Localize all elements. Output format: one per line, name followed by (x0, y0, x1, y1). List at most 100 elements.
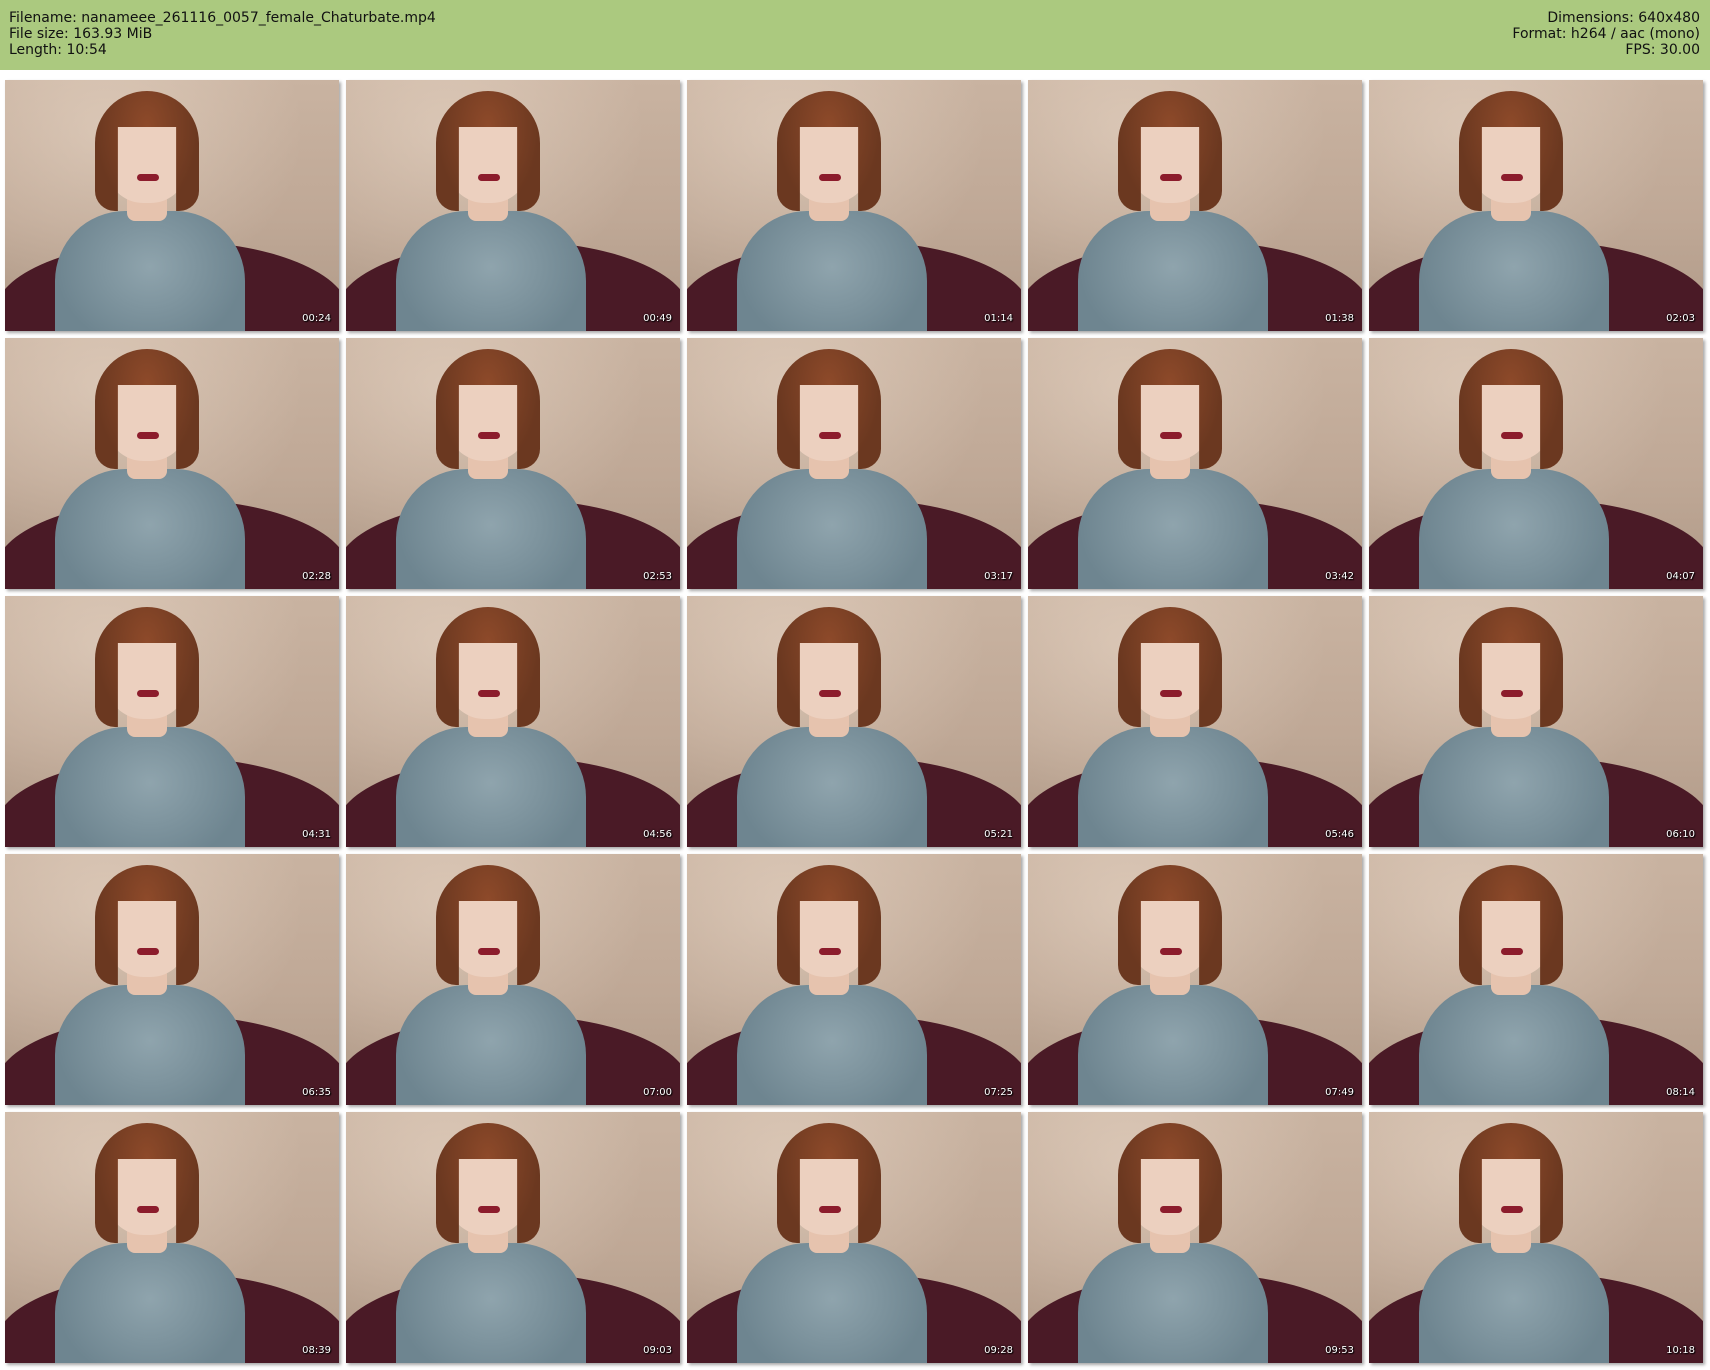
thumbnail-shirt (396, 985, 586, 1105)
thumbnail-shirt (55, 727, 245, 847)
thumbnail-shirt (1419, 469, 1609, 589)
thumbnail-timestamp: 01:38 (1325, 313, 1354, 324)
thumbnail-lips (478, 174, 500, 181)
video-thumbnail: 07:25 (687, 854, 1021, 1105)
video-thumbnail: 02:53 (346, 338, 680, 589)
video-thumbnail: 07:49 (1028, 854, 1362, 1105)
video-thumbnail: 01:38 (1028, 80, 1362, 331)
video-thumbnail: 06:10 (1369, 596, 1703, 847)
thumbnail-shirt (396, 469, 586, 589)
video-thumbnail: 05:46 (1028, 596, 1362, 847)
thumbnail-shirt (1078, 985, 1268, 1105)
thumbnail-lips (1501, 948, 1523, 955)
video-thumbnail: 00:49 (346, 80, 680, 331)
thumbnail-shirt (396, 1243, 586, 1363)
thumbnail-shirt (737, 727, 927, 847)
thumbnail-shirt (1419, 1243, 1609, 1363)
thumbnail-shirt (1419, 211, 1609, 331)
thumbnail-lips (137, 1206, 159, 1213)
thumbnail-grid: 00:24 00:49 01:14 01:38 02:03 02:28 02:53 03:17… (0, 0, 1710, 1370)
thumbnail-timestamp: 05:46 (1325, 829, 1354, 840)
thumbnail-shirt (1419, 985, 1609, 1105)
video-thumbnail: 00:24 (5, 80, 339, 331)
thumbnail-timestamp: 08:14 (1666, 1087, 1695, 1098)
thumbnail-lips (137, 690, 159, 697)
video-thumbnail: 02:28 (5, 338, 339, 589)
video-thumbnail: 06:35 (5, 854, 339, 1105)
thumbnail-shirt (1078, 211, 1268, 331)
video-thumbnail: 09:28 (687, 1112, 1021, 1363)
thumbnail-lips (478, 1206, 500, 1213)
thumbnail-timestamp: 04:07 (1666, 571, 1695, 582)
thumbnail-shirt (396, 727, 586, 847)
video-thumbnail: 04:07 (1369, 338, 1703, 589)
thumbnail-lips (1160, 174, 1182, 181)
thumbnail-timestamp: 02:28 (302, 571, 331, 582)
video-thumbnail: 02:03 (1369, 80, 1703, 331)
thumbnail-shirt (737, 469, 927, 589)
thumbnail-shirt (737, 985, 927, 1105)
thumbnail-timestamp: 07:25 (984, 1087, 1013, 1098)
thumbnail-lips (137, 432, 159, 439)
video-thumbnail: 09:53 (1028, 1112, 1362, 1363)
thumbnail-shirt (1078, 727, 1268, 847)
video-thumbnail: 10:18 (1369, 1112, 1703, 1363)
thumbnail-timestamp: 07:00 (643, 1087, 672, 1098)
thumbnail-shirt (55, 469, 245, 589)
thumbnail-lips (819, 174, 841, 181)
video-thumbnail: 08:14 (1369, 854, 1703, 1105)
thumbnail-lips (819, 432, 841, 439)
thumbnail-timestamp: 00:24 (302, 313, 331, 324)
thumbnail-shirt (737, 211, 927, 331)
thumbnail-lips (819, 690, 841, 697)
thumbnail-timestamp: 05:21 (984, 829, 1013, 840)
thumbnail-lips (1160, 432, 1182, 439)
thumbnail-shirt (1078, 469, 1268, 589)
thumbnail-timestamp: 00:49 (643, 313, 672, 324)
video-thumbnail: 03:42 (1028, 338, 1362, 589)
thumbnail-timestamp: 06:35 (302, 1087, 331, 1098)
video-thumbnail: 08:39 (5, 1112, 339, 1363)
thumbnail-timestamp: 08:39 (302, 1345, 331, 1356)
thumbnail-timestamp: 07:49 (1325, 1087, 1354, 1098)
thumbnail-lips (478, 432, 500, 439)
thumbnail-lips (1501, 432, 1523, 439)
video-thumbnail: 01:14 (687, 80, 1021, 331)
thumbnail-timestamp: 04:56 (643, 829, 672, 840)
thumbnail-timestamp: 10:18 (1666, 1345, 1695, 1356)
video-thumbnail: 07:00 (346, 854, 680, 1105)
video-thumbnail: 03:17 (687, 338, 1021, 589)
thumbnail-shirt (55, 1243, 245, 1363)
thumbnail-timestamp: 09:28 (984, 1345, 1013, 1356)
video-thumbnail: 05:21 (687, 596, 1021, 847)
thumbnail-lips (478, 948, 500, 955)
thumbnail-timestamp: 02:03 (1666, 313, 1695, 324)
video-thumbnail: 04:31 (5, 596, 339, 847)
thumbnail-lips (478, 690, 500, 697)
thumbnail-timestamp: 09:53 (1325, 1345, 1354, 1356)
thumbnail-shirt (55, 985, 245, 1105)
thumbnail-lips (1160, 948, 1182, 955)
thumbnail-shirt (1078, 1243, 1268, 1363)
thumbnail-lips (819, 1206, 841, 1213)
thumbnail-lips (1160, 690, 1182, 697)
thumbnail-lips (137, 174, 159, 181)
thumbnail-timestamp: 02:53 (643, 571, 672, 582)
thumbnail-timestamp: 01:14 (984, 313, 1013, 324)
thumbnail-lips (1501, 690, 1523, 697)
thumbnail-lips (1501, 1206, 1523, 1213)
thumbnail-lips (1160, 1206, 1182, 1213)
thumbnail-lips (137, 948, 159, 955)
thumbnail-timestamp: 04:31 (302, 829, 331, 840)
thumbnail-timestamp: 06:10 (1666, 829, 1695, 840)
thumbnail-timestamp: 09:03 (643, 1345, 672, 1356)
video-thumbnail: 09:03 (346, 1112, 680, 1363)
thumbnail-shirt (1419, 727, 1609, 847)
thumbnail-timestamp: 03:42 (1325, 571, 1354, 582)
thumbnail-timestamp: 03:17 (984, 571, 1013, 582)
thumbnail-shirt (55, 211, 245, 331)
thumbnail-lips (819, 948, 841, 955)
thumbnail-shirt (737, 1243, 927, 1363)
thumbnail-shirt (396, 211, 586, 331)
video-thumbnail: 04:56 (346, 596, 680, 847)
